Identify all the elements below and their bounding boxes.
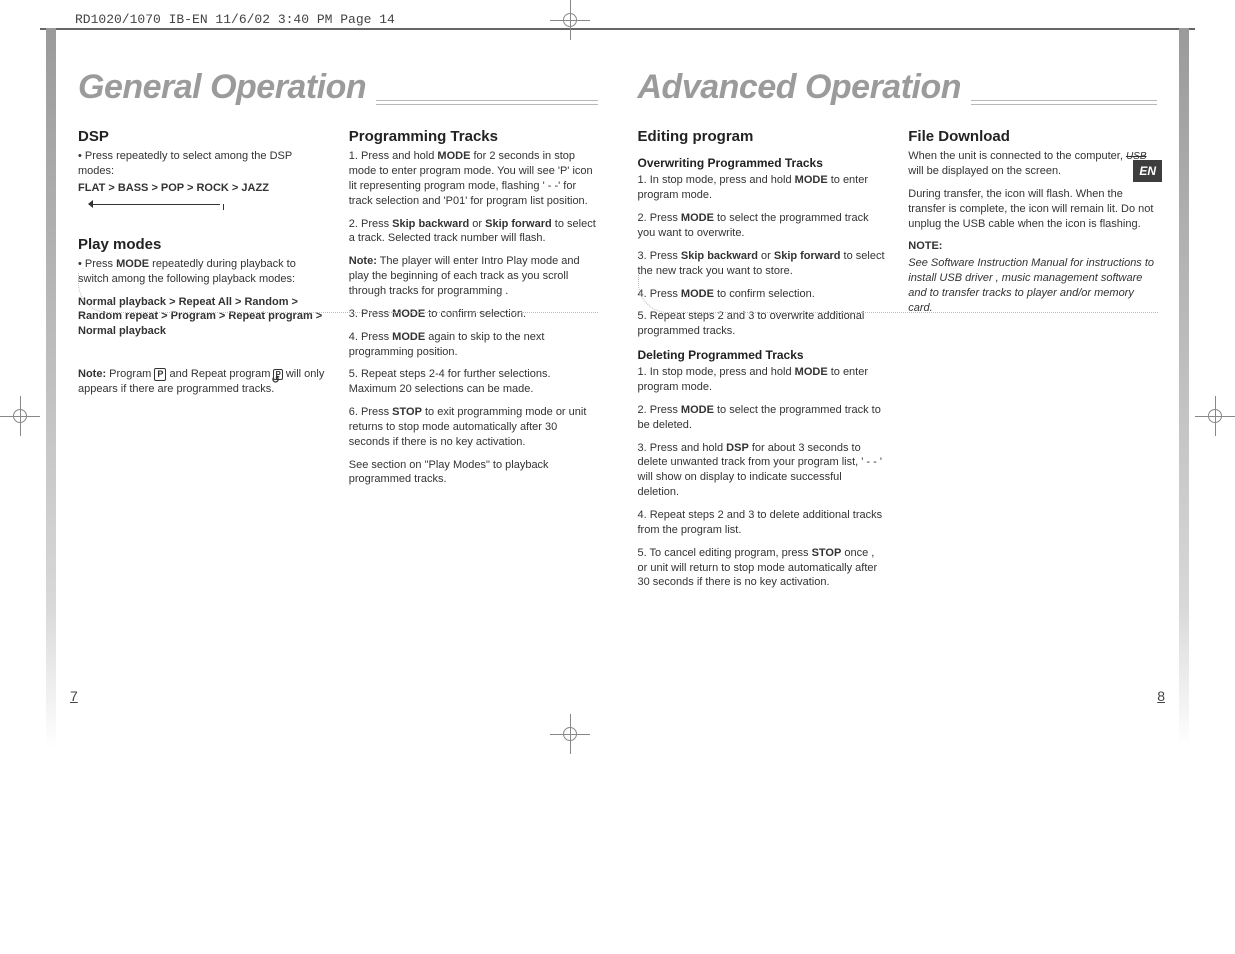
play-modes-chain: Normal playback > Repeat All > Random > … xyxy=(78,295,327,340)
prog-step-1: 1. Press and hold MODE for 2 seconds in … xyxy=(349,149,598,208)
col-right-1: Editing program Overwriting Programmed T… xyxy=(638,125,887,598)
del-step-5: 5. To cancel editing program, press STOP… xyxy=(638,546,887,591)
heading-play-modes: Play modes xyxy=(78,235,327,255)
prog-step-5: 5. Repeat steps 2-4 for further selectio… xyxy=(349,367,598,397)
col-left-2: Programming Tracks 1. Press and hold MOD… xyxy=(349,125,598,495)
title-band-left: General Operation xyxy=(78,68,598,107)
prog-step-2: 2. Press Skip backward or Skip forward t… xyxy=(349,217,598,247)
side-gradient-left xyxy=(46,28,56,748)
columns-left: DSP • Press repeatedly to select among t… xyxy=(78,125,598,495)
heading-overwriting: Overwriting Programmed Tracks xyxy=(638,155,887,171)
file-p1: When the unit is connected to the comput… xyxy=(908,149,1157,179)
file-p2: During transfer, the icon will flash. Wh… xyxy=(908,187,1157,232)
dsp-modes: FLAT > BASS > POP > ROCK > JAZZ xyxy=(78,181,327,196)
prog-step-6: 6. Press STOP to exit programming mode o… xyxy=(349,405,598,450)
page-number-left: 7 xyxy=(70,688,78,704)
col-left-1: DSP • Press repeatedly to select among t… xyxy=(78,125,327,495)
heading-dsp: DSP xyxy=(78,127,327,147)
language-badge: EN xyxy=(1133,160,1162,182)
col-right-2: File Download When the unit is connected… xyxy=(908,125,1157,598)
page-title-left: General Operation xyxy=(78,68,376,107)
page: RD1020/1070 IB-EN 11/6/02 3:40 PM Page 1… xyxy=(0,0,1235,954)
side-gradient-right xyxy=(1179,28,1189,748)
registration-top-icon xyxy=(550,0,590,40)
del-step-2: 2. Press MODE to select the programmed t… xyxy=(638,403,887,433)
heading-programming-tracks: Programming Tracks xyxy=(349,127,598,147)
rule-top xyxy=(40,28,1195,30)
spread: General Operation DSP • Press repeatedly… xyxy=(78,60,1157,598)
play-modes-intro: • Press MODE repeatedly during playback … xyxy=(78,257,327,287)
heading-editing-program: Editing program xyxy=(638,127,887,147)
print-header: RD1020/1070 IB-EN 11/6/02 3:40 PM Page 1… xyxy=(75,12,395,27)
over-step-5: 5. Repeat steps 2 and 3 to overwrite add… xyxy=(638,309,887,339)
file-note-text: See Software Instruction Manual for inst… xyxy=(908,256,1157,315)
registration-left-icon xyxy=(0,396,40,436)
over-step-2: 2. Press MODE to select the programmed t… xyxy=(638,211,887,241)
columns-right: Editing program Overwriting Programmed T… xyxy=(638,125,1158,598)
prog-step-4: 4. Press MODE again to skip to the next … xyxy=(349,330,598,360)
repeat-program-icon: P xyxy=(273,369,282,380)
registration-bottom-icon xyxy=(550,714,590,754)
file-note-label: NOTE: xyxy=(908,239,1157,254)
dsp-intro: • Press repeatedly to select among the D… xyxy=(78,149,327,179)
prog-step-3: 3. Press MODE to confirm selection. xyxy=(349,307,598,322)
del-step-1: 1. In stop mode, press and hold MODE to … xyxy=(638,365,887,395)
over-step-1: 1. In stop mode, press and hold MODE to … xyxy=(638,173,887,203)
registration-right-icon xyxy=(1195,396,1235,436)
loop-arrow-icon xyxy=(84,198,224,212)
leaf-left: General Operation DSP • Press repeatedly… xyxy=(78,60,598,598)
program-icon: P xyxy=(154,368,166,381)
prog-note: Note: The player will enter Intro Play m… xyxy=(349,254,598,299)
del-step-3: 3. Press and hold DSP for about 3 second… xyxy=(638,441,887,500)
heading-file-download: File Download xyxy=(908,127,1157,147)
page-number-right: 8 xyxy=(1157,688,1165,704)
page-title-right: Advanced Operation xyxy=(638,68,972,107)
over-step-4: 4. Press MODE to confirm selection. xyxy=(638,287,887,302)
del-step-4: 4. Repeat steps 2 and 3 to delete additi… xyxy=(638,508,887,538)
play-modes-note: Note: Program P and Repeat program P wil… xyxy=(78,367,327,397)
leaf-right: Advanced Operation EN Editing program Ov… xyxy=(638,60,1158,598)
title-band-right: Advanced Operation xyxy=(638,68,1158,107)
over-step-3: 3. Press Skip backward or Skip forward t… xyxy=(638,249,887,279)
heading-deleting: Deleting Programmed Tracks xyxy=(638,347,887,363)
prog-see-also: See section on "Play Modes" to playback … xyxy=(349,458,598,488)
